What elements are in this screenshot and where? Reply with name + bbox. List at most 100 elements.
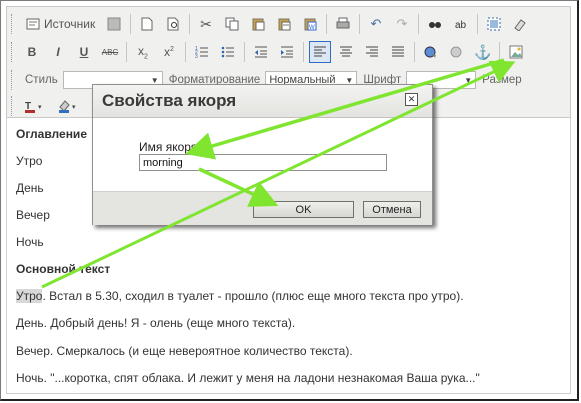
- underline-button[interactable]: U: [73, 41, 95, 63]
- separator: [477, 14, 478, 34]
- unlink-icon: [450, 45, 464, 59]
- dialog-titlebar[interactable]: Свойства якоря ✕: [93, 85, 432, 118]
- cut-icon: ✂: [200, 15, 212, 32]
- separator: [126, 42, 127, 62]
- bg-color-icon: ▾: [59, 99, 81, 113]
- source-label: Источник: [44, 17, 96, 31]
- redo-button[interactable]: ↷: [391, 13, 413, 35]
- cut-button[interactable]: ✂: [195, 13, 217, 35]
- indent-icon: [280, 45, 294, 59]
- toc-item: Утро: [16, 154, 43, 168]
- paste-word-button[interactable]: W: [299, 13, 321, 35]
- paragraph-evening: Вечер. Смеркалось (и еще невероятное кол…: [16, 344, 353, 358]
- source-button[interactable]: Источник: [21, 13, 99, 35]
- text-color-button[interactable]: T ▾: [21, 95, 51, 117]
- remove-format-icon: [513, 17, 527, 31]
- close-icon[interactable]: ✕: [405, 93, 418, 106]
- cancel-button[interactable]: Отмена: [363, 201, 421, 218]
- image-button[interactable]: [505, 41, 527, 63]
- toolbar-grip: [11, 96, 17, 116]
- italic-button[interactable]: I: [47, 41, 69, 63]
- superscript-button[interactable]: x2: [158, 41, 180, 63]
- style-label: Стиль: [25, 74, 58, 86]
- preview-icon: [166, 17, 180, 31]
- bold-button[interactable]: B: [21, 41, 43, 63]
- paste-icon: [251, 17, 265, 31]
- svg-text:W: W: [309, 25, 315, 31]
- copy-button[interactable]: [221, 13, 243, 35]
- toc-item: Вечер: [16, 208, 50, 222]
- subscript-icon: x2: [138, 43, 148, 61]
- preview-button[interactable]: [162, 13, 184, 35]
- svg-text:▾: ▾: [72, 104, 76, 111]
- underline-icon: U: [79, 45, 89, 59]
- paste-word-icon: W: [303, 17, 317, 31]
- separator: [499, 42, 500, 62]
- indent-button[interactable]: [276, 41, 298, 63]
- unlink-button[interactable]: [446, 41, 468, 63]
- align-center-button[interactable]: [335, 41, 357, 63]
- ok-button[interactable]: OK: [253, 201, 354, 218]
- justify-button[interactable]: [387, 41, 409, 63]
- new-page-icon: [140, 17, 154, 31]
- strike-button[interactable]: ABC: [99, 41, 121, 63]
- separator: [359, 14, 360, 34]
- link-icon: [424, 45, 438, 59]
- svg-text:ab: ab: [455, 20, 467, 31]
- dialog-title: Свойства якоря: [102, 91, 237, 110]
- save-button[interactable]: [103, 13, 125, 35]
- new-page-button[interactable]: [136, 13, 158, 35]
- source-icon: [26, 17, 40, 31]
- undo-icon: ↶: [370, 16, 382, 31]
- paste-button[interactable]: [247, 13, 269, 35]
- size-label: Размер: [482, 74, 522, 86]
- toolbar-grip: [11, 42, 17, 62]
- toolbar-row-4: T ▾ ▾: [9, 93, 87, 119]
- save-icon: [107, 17, 121, 31]
- print-icon: [336, 17, 350, 31]
- print-button[interactable]: [332, 13, 354, 35]
- paste-text-button[interactable]: [273, 13, 295, 35]
- paragraph-day: День. Добрый день! Я - олень (еще много …: [16, 316, 296, 330]
- separator: [185, 42, 186, 62]
- select-all-button[interactable]: [483, 13, 505, 35]
- separator: [326, 14, 327, 34]
- align-right-icon: [365, 45, 379, 59]
- strike-icon: ABC: [101, 47, 119, 57]
- outdent-button[interactable]: [250, 41, 272, 63]
- main-heading: Основной текст: [16, 262, 111, 276]
- undo-button[interactable]: ↶: [365, 13, 387, 35]
- bg-color-button[interactable]: ▾: [55, 95, 85, 117]
- subscript-button[interactable]: x2: [132, 41, 154, 63]
- anchor-button[interactable]: ⚓: [472, 41, 494, 63]
- paste-text-icon: [277, 17, 291, 31]
- outdent-icon: [254, 45, 268, 59]
- separator: [418, 14, 419, 34]
- ordered-list-button[interactable]: 123: [191, 41, 213, 63]
- toc-heading: Оглавление: [16, 127, 87, 141]
- superscript-icon: x2: [164, 45, 174, 59]
- redo-icon: ↷: [396, 16, 408, 31]
- link-button[interactable]: [420, 41, 442, 63]
- separator: [189, 14, 190, 34]
- toolbar-grip: [11, 14, 17, 34]
- copy-icon: [225, 17, 239, 31]
- bullet-list-button[interactable]: [217, 41, 239, 63]
- paragraph-text: . Встал в 5.30, сходил в туалет - прошло…: [42, 289, 464, 303]
- separator: [414, 42, 415, 62]
- find-button[interactable]: [424, 13, 446, 35]
- italic-icon: I: [56, 45, 60, 59]
- anchor-name-input[interactable]: [139, 154, 387, 171]
- remove-format-button[interactable]: [509, 13, 531, 35]
- toolbar-row-2: B I U ABC x2 x2 123 ⚓: [9, 39, 529, 65]
- align-right-button[interactable]: [361, 41, 383, 63]
- svg-text:3: 3: [195, 54, 198, 59]
- align-left-button[interactable]: [309, 41, 331, 63]
- toolbar-grip: [11, 70, 17, 90]
- toolbar-row-1: Источник ✂ W ↶ ↷ ab: [9, 11, 533, 37]
- anchor-properties-dialog: Свойства якоря ✕ Имя якоря OK Отмена: [92, 84, 433, 225]
- select-all-icon: [487, 17, 501, 31]
- image-icon: [509, 45, 523, 59]
- align-left-icon: [313, 45, 327, 59]
- replace-button[interactable]: ab: [450, 13, 472, 35]
